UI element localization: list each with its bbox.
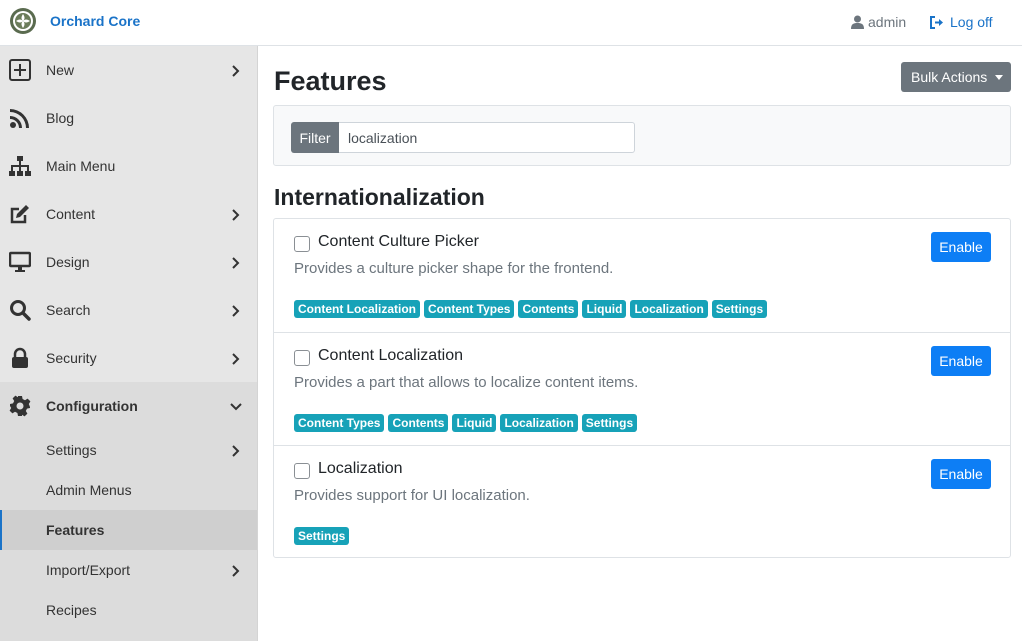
chevron-right-icon [230,352,242,365]
sidebar-item-security[interactable]: Security [0,334,257,382]
plus-square-icon [8,58,32,82]
chevron-right-icon [230,256,242,269]
sign-out-icon [930,15,943,29]
sidebar-subitem-settings[interactable]: Settings [0,430,257,470]
dependency-badge: Settings [711,300,768,318]
page-title: Features [274,66,387,96]
sidebar-item-label: New [46,62,75,78]
sidebar-item-new[interactable]: New [0,46,257,94]
feature-checkbox[interactable] [294,350,310,366]
chevron-right-icon [230,64,242,77]
rss-icon [8,106,32,130]
enable-button[interactable]: Enable [931,346,991,376]
chevron-right-icon [230,564,242,577]
sidebar-subitem-label: Recipes [46,602,97,618]
sidebar-subitem-label: Import/Export [46,562,131,578]
chevron-down-icon [230,400,242,412]
enable-button[interactable]: Enable [931,232,991,262]
dependency-badge: Settings [294,527,350,545]
section-title: Internationalization [274,184,485,210]
feature-item: Content Culture Picker Provides a cultur… [274,219,1010,332]
lock-icon [8,346,32,370]
chevron-right-icon [230,444,242,457]
feature-description: Provides a culture picker shape for the … [294,260,614,277]
filter-label: Filter [291,122,339,153]
dependency-badge: Content Types [424,300,515,318]
feature-description: Provides a part that allows to localize … [294,374,639,391]
orchard-logo-icon [10,8,36,34]
brand-name: Orchard Core [50,13,141,29]
feature-name: Localization [318,460,403,477]
bulk-actions-label: Bulk Actions [911,69,988,85]
desktop-icon [8,250,32,274]
brand-link[interactable]: Orchard Core [9,7,140,35]
user-name: admin [868,14,907,30]
user-icon [851,15,864,29]
feature-checkbox[interactable] [294,236,310,252]
sidebar-item-label: Design [46,254,90,270]
bulk-actions-button[interactable]: Bulk Actions [901,62,1011,92]
feature-name: Content Localization [318,347,463,364]
dependency-badge: Contents [388,414,449,432]
feature-item: Content Localization Provides a part tha… [274,332,1010,445]
sidebar-subitem-features[interactable]: Features [0,510,257,550]
dependency-badge: Localization [500,414,578,432]
dependency-badge: Liquid [582,300,627,318]
dependency-badge: Content Localization [294,300,420,318]
chevron-right-icon [230,208,242,221]
sidebar-subitem-label: Admin Menus [46,482,132,498]
feature-name: Content Culture Picker [318,233,479,250]
logoff-label: Log off [950,14,993,30]
sidebar-subitem-label: Settings [46,442,97,458]
feature-item: Localization Provides support for UI loc… [274,445,1010,558]
filter-input[interactable] [339,122,635,153]
configuration-group: Configuration Settings Admin Menus Featu… [0,382,257,641]
sidebar-item-label: Content [46,206,96,222]
sidebar-subitem-recipes[interactable]: Recipes [0,590,257,630]
feature-dependencies: Content Localization Content Types Conte… [294,300,771,318]
sidebar-subitem-import-export[interactable]: Import/Export [0,550,257,590]
sidebar-subitem-label: Features [46,522,105,538]
gear-icon [8,394,32,418]
dependency-badge: Liquid [452,414,497,432]
sidebar-item-label: Search [46,302,91,318]
dependency-badge: Localization [630,300,708,318]
sidebar-item-label: Security [46,350,97,366]
enable-button[interactable]: Enable [931,459,991,489]
sidebar-subitem-admin-menus[interactable]: Admin Menus [0,470,257,510]
feature-dependencies: Content Types Contents Liquid Localizati… [294,414,641,432]
feature-description: Provides support for UI localization. [294,487,530,504]
dependency-badge: Settings [581,414,638,432]
sidebar-item-label: Main Menu [46,158,116,174]
sidebar-item-configuration[interactable]: Configuration [0,382,257,430]
sidebar-item-label: Configuration [46,398,138,414]
caret-down-icon [995,74,1004,80]
dependency-badge: Content Types [294,414,385,432]
logoff-link[interactable]: Log off [930,14,993,30]
sitemap-icon [8,154,32,178]
sidebar-item-design[interactable]: Design [0,238,257,286]
user-menu[interactable]: admin [851,14,906,30]
sidebar: New Blog Main Menu Content Design Search… [0,46,258,641]
top-bar: Orchard Core admin Log off [0,0,1022,46]
sidebar-item-label: Blog [46,110,75,126]
feature-checkbox[interactable] [294,463,310,479]
sidebar-item-main-menu[interactable]: Main Menu [0,142,257,190]
filter-card: Filter [273,105,1011,166]
sidebar-item-search[interactable]: Search [0,286,257,334]
sidebar-item-blog[interactable]: Blog [0,94,257,142]
feature-dependencies: Settings [294,527,353,545]
edit-icon [8,202,32,226]
dependency-badge: Contents [518,300,579,318]
features-list: Content Culture Picker Provides a cultur… [273,218,1011,558]
search-icon [8,298,32,322]
sidebar-item-content[interactable]: Content [0,190,257,238]
chevron-right-icon [230,304,242,317]
